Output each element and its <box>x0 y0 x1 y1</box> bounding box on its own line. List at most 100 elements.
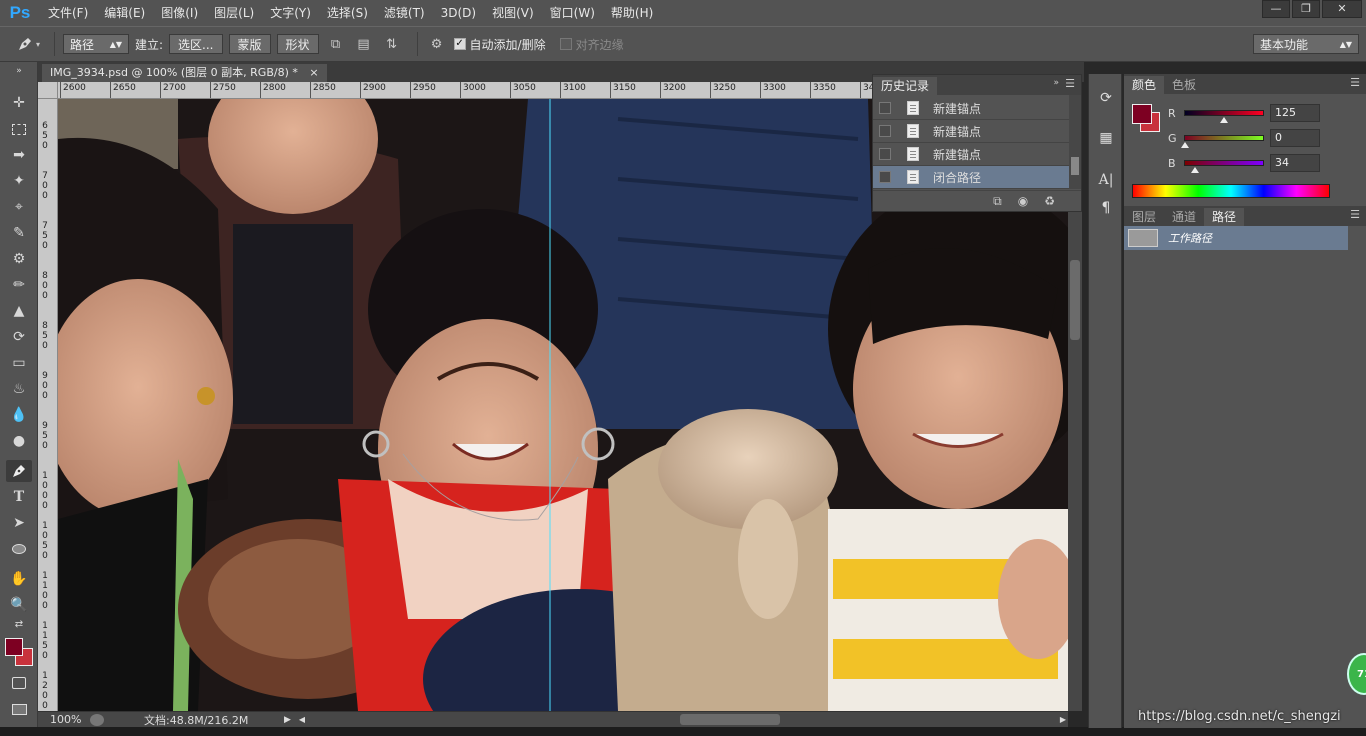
tool-mode-select[interactable]: 路径 ▲▼ <box>63 34 129 54</box>
menu-3d[interactable]: 3D(D) <box>433 0 484 26</box>
path-item-work-path[interactable]: 工作路径 <box>1124 226 1348 250</box>
workspace-select[interactable]: 基本功能 ▲▼ <box>1253 34 1359 54</box>
shape-button[interactable]: 形状 <box>276 34 319 54</box>
path-arrangement-icon[interactable]: ⇅ <box>381 34 403 54</box>
history-item[interactable]: 新建锚点 <box>873 120 1069 143</box>
zoom-tool-icon[interactable]: 🔍 <box>6 594 32 616</box>
scroll-right-icon[interactable]: ▶ <box>1060 715 1066 724</box>
history-item[interactable]: 新建锚点 <box>873 97 1069 120</box>
history-item[interactable]: 新建锚点 <box>873 143 1069 166</box>
red-value-input[interactable]: 125 <box>1270 104 1320 122</box>
history-checkbox[interactable] <box>879 171 891 183</box>
menu-image[interactable]: 图像(I) <box>153 0 206 26</box>
clone-stamp-tool-icon[interactable]: ▲ <box>6 300 32 322</box>
red-slider[interactable] <box>1184 110 1264 123</box>
selection-button[interactable]: 选区... <box>169 34 223 54</box>
menu-type[interactable]: 文字(Y) <box>262 0 319 26</box>
close-tab-icon[interactable]: × <box>309 66 318 79</box>
foreground-color-swatch[interactable] <box>5 638 23 656</box>
vertical-scroll-thumb[interactable] <box>1070 260 1080 340</box>
path-selection-tool-icon[interactable]: ➤ <box>6 512 32 534</box>
scroll-left-icon[interactable]: ◀ <box>299 715 305 724</box>
marquee-tool-icon[interactable] <box>6 118 32 140</box>
vertical-ruler[interactable]: 6 5 0 7 0 0 7 5 0 8 0 0 8 5 0 9 0 0 9 5 … <box>38 99 58 711</box>
trash-icon[interactable]: ♻ <box>1044 194 1055 208</box>
blue-slider-thumb[interactable] <box>1191 167 1200 173</box>
hand-tool-icon[interactable]: ✋ <box>6 568 32 590</box>
dodge-tool-icon[interactable]: ● <box>6 430 32 452</box>
document-info[interactable]: 文档:48.8M/216.2M <box>144 712 284 728</box>
status-icon[interactable] <box>90 713 104 726</box>
restore-icon[interactable]: ❐ <box>1292 0 1320 18</box>
panel-menu-icon[interactable]: ☰ <box>1065 77 1075 90</box>
align-edges-checkbox[interactable] <box>559 38 572 50</box>
paint-bucket-tool-icon[interactable]: ♨ <box>6 378 32 400</box>
history-item-selected[interactable]: 闭合路径 <box>873 166 1069 189</box>
pen-tool-icon[interactable] <box>6 460 32 482</box>
brush-tool-icon[interactable]: ✏ <box>6 274 32 296</box>
move-tool-icon[interactable]: ✛ <box>6 92 32 114</box>
menu-view[interactable]: 视图(V) <box>484 0 542 26</box>
menu-filter[interactable]: 滤镜(T) <box>376 0 433 26</box>
snapshot-camera-icon[interactable]: ◉ <box>1018 194 1028 208</box>
tab-color[interactable]: 颜色 <box>1124 76 1165 94</box>
green-slider[interactable] <box>1181 135 1264 148</box>
eyedropper-tool-icon[interactable]: ✎ <box>6 222 32 244</box>
new-document-icon[interactable]: ⧉ <box>993 194 1002 209</box>
tab-swatches[interactable]: 色板 <box>1164 76 1204 94</box>
quick-select-tool-icon[interactable]: ✦ <box>6 170 32 192</box>
collapse-icon[interactable]: » <box>6 66 32 76</box>
tab-channels[interactable]: 通道 <box>1164 208 1204 226</box>
path-alignment-icon[interactable]: ▤ <box>353 34 375 54</box>
paragraph-panel-icon[interactable]: ¶ <box>1095 198 1117 218</box>
history-brush-tool-icon[interactable]: ⟳ <box>6 326 32 348</box>
properties-panel-icon[interactable]: ▦ <box>1095 128 1117 148</box>
menu-select[interactable]: 选择(S) <box>319 0 376 26</box>
green-value-input[interactable]: 0 <box>1270 129 1320 147</box>
screen-mode-icon[interactable] <box>6 698 32 720</box>
history-checkbox[interactable] <box>879 102 891 114</box>
history-checkbox[interactable] <box>879 148 891 160</box>
horizontal-scroll-thumb[interactable] <box>680 714 780 725</box>
panel-menu-icon[interactable]: ☰ <box>1350 208 1360 221</box>
menu-help[interactable]: 帮助(H) <box>603 0 661 26</box>
menu-file[interactable]: 文件(F) <box>40 0 96 26</box>
document-tab[interactable]: IMG_3934.psd @ 100% (图层 0 副本, RGB/8) * × <box>42 64 327 82</box>
close-icon[interactable]: ✕ <box>1322 0 1362 18</box>
character-panel-icon[interactable]: A| <box>1095 170 1117 190</box>
healing-brush-tool-icon[interactable]: ⚙ <box>6 248 32 270</box>
crop-tool-icon[interactable]: ⌖ <box>6 196 32 218</box>
pen-tool-preset-icon[interactable]: ▾ <box>10 31 46 57</box>
gear-icon[interactable]: ⚙ <box>426 34 448 54</box>
history-panel-icon[interactable]: ⟳ <box>1095 88 1117 108</box>
expand-icon[interactable]: » <box>1053 78 1059 88</box>
ruler-origin[interactable] <box>38 82 58 99</box>
path-operations-icon[interactable]: ⧉ <box>325 34 347 54</box>
status-menu-icon[interactable]: ▶ <box>284 715 291 725</box>
lasso-tool-icon[interactable]: ➡ <box>6 144 32 166</box>
eraser-tool-icon[interactable]: ▭ <box>6 352 32 374</box>
color-panel-foreground-swatch[interactable] <box>1132 104 1152 124</box>
blue-slider[interactable] <box>1184 160 1264 173</box>
blur-tool-icon[interactable]: 💧 <box>6 404 32 426</box>
mask-button[interactable]: 蒙版 <box>228 34 271 54</box>
tab-layers[interactable]: 图层 <box>1124 208 1164 226</box>
quick-mask-icon[interactable] <box>6 672 32 694</box>
red-slider-thumb[interactable] <box>1220 117 1229 123</box>
menu-layer[interactable]: 图层(L) <box>206 0 262 26</box>
zoom-level[interactable]: 100% <box>50 713 90 726</box>
menu-window[interactable]: 窗口(W) <box>542 0 603 26</box>
menu-edit[interactable]: 编辑(E) <box>96 0 153 26</box>
ellipse-tool-icon[interactable] <box>6 538 32 560</box>
color-spectrum-bar[interactable] <box>1132 184 1330 198</box>
history-scroll-thumb[interactable] <box>1071 157 1079 175</box>
auto-add-delete-checkbox[interactable]: ✓ <box>453 38 466 50</box>
panel-menu-icon[interactable]: ☰ <box>1350 76 1360 89</box>
type-tool-icon[interactable]: T <box>6 486 32 508</box>
history-scrollbar[interactable] <box>1069 95 1081 189</box>
minimize-icon[interactable]: — <box>1262 0 1290 18</box>
history-tab[interactable]: 历史记录 <box>873 77 938 95</box>
tab-paths[interactable]: 路径 <box>1204 208 1245 226</box>
blue-value-input[interactable]: 34 <box>1270 154 1320 172</box>
green-slider-thumb[interactable] <box>1181 142 1189 148</box>
